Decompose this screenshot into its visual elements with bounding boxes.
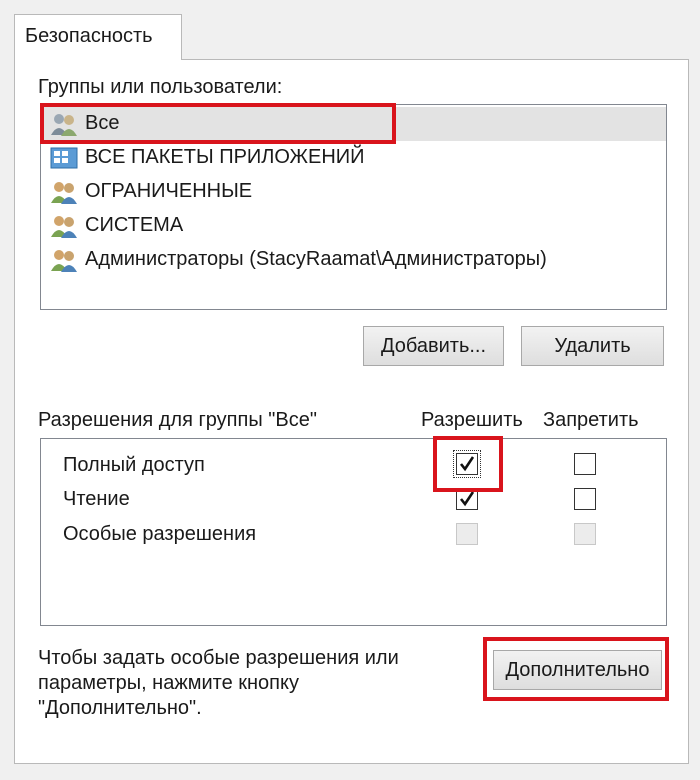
tab-security[interactable]: Безопасность (14, 14, 182, 60)
advanced-button[interactable]: Дополнительно (493, 650, 662, 690)
users-group-icon (49, 111, 79, 137)
groups-list[interactable]: Все ВСЕ ПАКЕТЫ ПРИЛОЖЕНИЙ ОГРАНИЧЕННЫЕ С… (40, 104, 667, 310)
users-group-icon (49, 179, 79, 205)
add-button[interactable]: Добавить... (363, 326, 504, 366)
permissions-list: Полный доступ Чтение Особые разрешения (40, 438, 667, 626)
list-item-system[interactable]: СИСТЕМА (41, 209, 666, 243)
groups-label: Группы или пользователи: (38, 76, 283, 98)
note-line: параметры, нажмите кнопку (38, 672, 299, 694)
allow-column-header: Разрешить (421, 409, 523, 431)
permission-label: Особые разрешения (63, 523, 257, 545)
note-line: Чтобы задать особые разрешения или (38, 647, 399, 669)
read-deny-checkbox[interactable] (574, 488, 596, 510)
special-allow-checkbox (456, 523, 478, 545)
full-control-deny-checkbox[interactable] (574, 453, 596, 475)
permissions-title: Разрешения для группы "Все" (38, 409, 317, 431)
list-item-restricted[interactable]: ОГРАНИЧЕННЫЕ (41, 175, 666, 209)
checkmark-icon (459, 491, 475, 507)
list-item-label: ВСЕ ПАКЕТЫ ПРИЛОЖЕНИЙ (85, 146, 365, 168)
note-line: "Дополнительно". (38, 697, 202, 719)
permission-label: Чтение (63, 488, 130, 510)
list-item-app-packages[interactable]: ВСЕ ПАКЕТЫ ПРИЛОЖЕНИЙ (41, 141, 666, 175)
permission-row-full-control: Полный доступ (41, 449, 666, 483)
list-item-administrators[interactable]: Администраторы (StacyRaamat\Администрато… (41, 243, 666, 277)
list-item-everyone[interactable]: Все (41, 107, 666, 141)
permission-row-read: Чтение (41, 483, 666, 517)
users-group-icon (49, 213, 79, 239)
list-item-label: Все (85, 112, 120, 134)
checkmark-icon (459, 456, 475, 472)
app-packages-icon (49, 145, 79, 171)
users-group-icon (49, 247, 79, 273)
remove-button[interactable]: Удалить (521, 326, 664, 366)
advanced-note: Чтобы задать особые разрешения или парам… (38, 646, 458, 721)
permission-row-special: Особые разрешения (41, 518, 666, 552)
tab-security-label: Безопасность (25, 25, 153, 47)
list-item-label: СИСТЕМА (85, 214, 184, 236)
deny-column-header: Запретить (543, 409, 639, 431)
list-item-label: ОГРАНИЧЕННЫЕ (85, 180, 253, 202)
full-control-allow-checkbox[interactable] (453, 450, 481, 478)
list-item-label: Администраторы (StacyRaamat\Администрато… (85, 248, 547, 270)
special-deny-checkbox (574, 523, 596, 545)
read-allow-checkbox[interactable] (456, 488, 478, 510)
permission-label: Полный доступ (63, 454, 205, 476)
